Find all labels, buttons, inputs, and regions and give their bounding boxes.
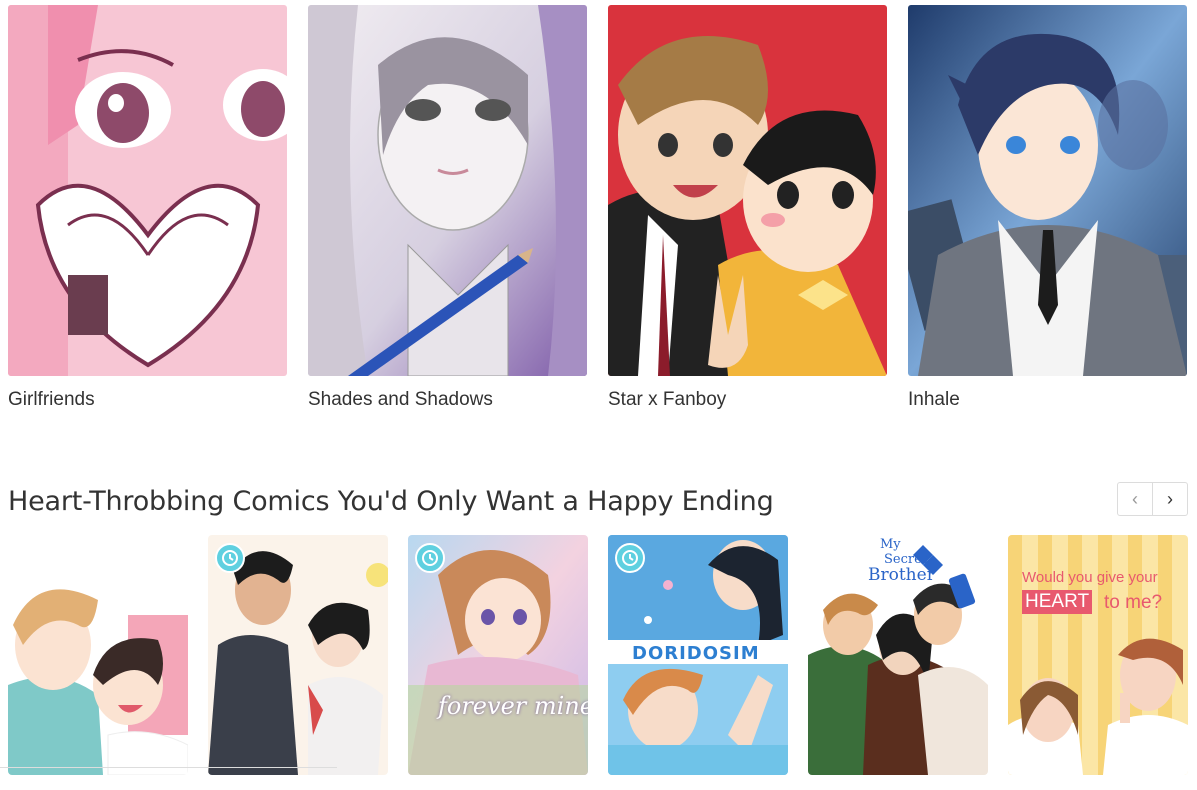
chevron-left-icon: ‹ <box>1132 488 1138 509</box>
cover-image[interactable] <box>908 5 1187 376</box>
featured-card-girlfriends[interactable]: Girlfriends <box>8 5 287 410</box>
next-button[interactable]: › <box>1152 483 1187 515</box>
chevron-right-icon: › <box>1167 488 1173 509</box>
featured-card-inhale[interactable]: Inhale <box>908 5 1187 410</box>
card-title[interactable]: Girlfriends <box>8 389 95 411</box>
comic-card[interactable]: My Secret Brother <box>808 535 988 775</box>
comic-card[interactable]: DORIDOSIM <box>608 535 788 775</box>
comic-card[interactable] <box>208 535 388 775</box>
cover-image[interactable] <box>308 5 587 376</box>
card-title[interactable]: Inhale <box>908 389 960 411</box>
comic-card[interactable]: Would you give your HEART to me? <box>1008 535 1188 775</box>
couple-illustration <box>1008 535 1188 775</box>
clock-icon <box>615 543 645 573</box>
comics-carousel: forever mine DORIDOSIM My Secret Brother… <box>8 535 1197 775</box>
carousel-pager: ‹ › <box>1117 482 1188 516</box>
cover-image[interactable] <box>608 5 887 376</box>
featured-card-star-x-fanboy[interactable]: Star x Fanboy <box>608 5 887 410</box>
card-title[interactable]: Shades and Shadows <box>308 389 493 411</box>
comic-card[interactable] <box>8 535 188 775</box>
featured-row: Girlfriends Shades and Shadows Star x Fa… <box>8 5 1188 425</box>
card-title[interactable]: Star x Fanboy <box>608 389 726 411</box>
clock-icon <box>415 543 445 573</box>
clock-icon <box>215 543 245 573</box>
featured-card-shades-and-shadows[interactable]: Shades and Shadows <box>308 5 587 410</box>
group-illustration <box>808 535 988 775</box>
divider <box>0 767 337 768</box>
couple-illustration <box>8 535 188 775</box>
section-title: Heart-Throbbing Comics You'd Only Want a… <box>8 486 774 517</box>
comic-card[interactable]: forever mine <box>408 535 588 775</box>
cover-image[interactable] <box>8 5 287 376</box>
prev-button[interactable]: ‹ <box>1118 483 1152 515</box>
